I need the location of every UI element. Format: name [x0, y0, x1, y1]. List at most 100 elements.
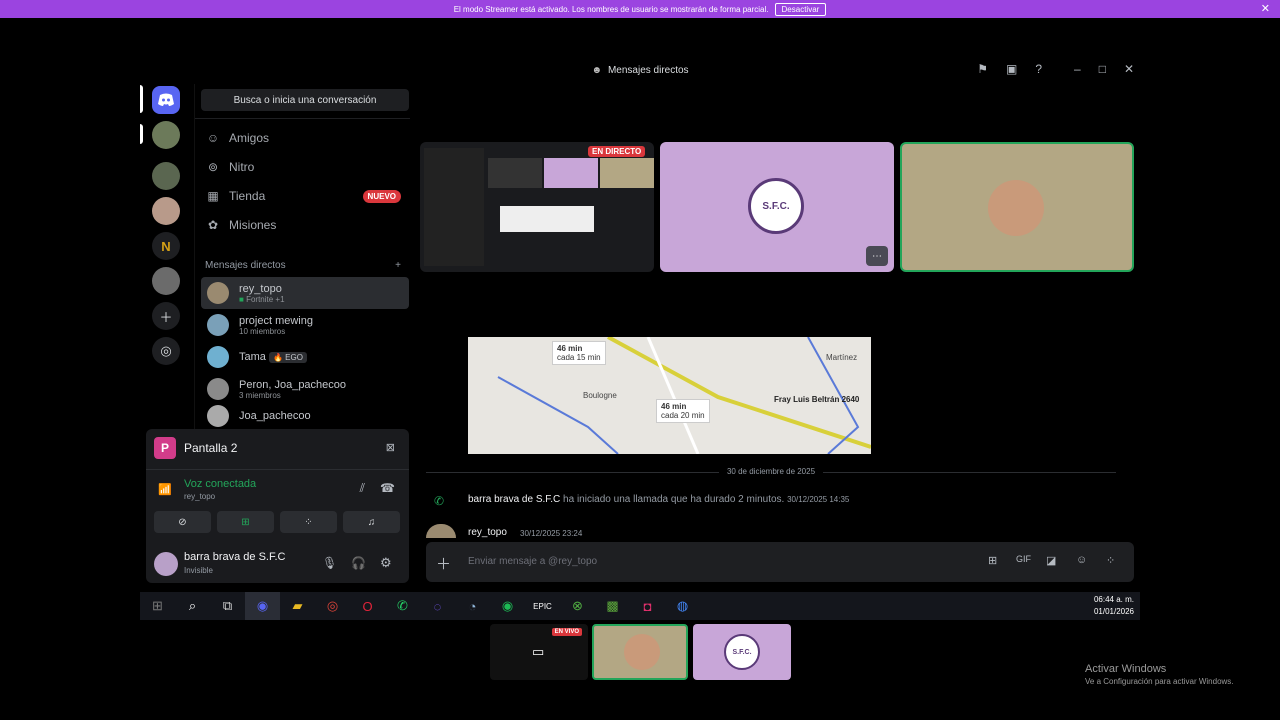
- sticker-icon[interactable]: ◪: [1046, 554, 1056, 567]
- xbox-icon[interactable]: ⊗: [560, 592, 595, 620]
- voice-channel[interactable]: rey_topo: [184, 492, 215, 501]
- search-input[interactable]: Busca o inicia una conversación: [201, 89, 409, 111]
- steam-icon[interactable]: ◔: [455, 592, 490, 620]
- settings-gear-icon[interactable]: ⚙: [380, 555, 392, 571]
- stream-app-icon: P: [154, 437, 176, 459]
- nav-friends[interactable]: ☺ Amigos: [205, 127, 401, 149]
- add-dm-icon[interactable]: +: [395, 260, 401, 271]
- app-icon[interactable]: ◌: [420, 592, 455, 620]
- maximize-icon[interactable]: □: [1099, 62, 1106, 76]
- apps-icon[interactable]: ⁘: [1106, 554, 1115, 567]
- stream-preview-tile: [488, 158, 542, 188]
- friends-icon: ☺: [206, 131, 220, 145]
- preview-sfc[interactable]: S.F.C.: [693, 624, 791, 680]
- epic-games-icon[interactable]: EPIC: [525, 592, 560, 620]
- nav-label: Misiones: [229, 218, 277, 232]
- shop-icon: ▦: [207, 189, 219, 203]
- avatar[interactable]: [154, 552, 178, 576]
- activities-button[interactable]: ⁘: [280, 511, 337, 533]
- dm-name: Peron, Joa_pachecoo: [239, 378, 347, 391]
- server-avatar-5[interactable]: [152, 267, 180, 295]
- route-card: 46 min cada 15 min: [552, 341, 606, 365]
- call-icon: ✆: [434, 494, 445, 508]
- server-avatar-1[interactable]: [152, 121, 180, 149]
- voice-status[interactable]: Voz conectada: [184, 478, 256, 490]
- participant-tile-sfc[interactable]: S.F.C. ⋯: [660, 142, 894, 272]
- mic-icon[interactable]: 🎙: [322, 556, 337, 570]
- discord-window: ☻ Mensajes directos ⚑ ▣ ? – □ ✕ N ＋ ◎ Bu…: [140, 56, 1140, 620]
- participant-tile-rey-topo[interactable]: [900, 142, 1134, 272]
- dm-name: Tama 🔥 EGO: [239, 351, 307, 363]
- help-icon[interactable]: ?: [1035, 62, 1042, 76]
- map-label: Martínez: [826, 353, 858, 362]
- attach-plus-icon[interactable]: ＋: [436, 553, 451, 574]
- minecraft-icon[interactable]: ▩: [595, 592, 630, 620]
- destination-label: Fray Luis Beltrán 2640: [774, 395, 860, 404]
- tag-text: EGO: [285, 353, 303, 362]
- noise-suppression-icon[interactable]: ⫽: [360, 481, 365, 496]
- spotify-icon[interactable]: ◉: [490, 592, 525, 620]
- minimize-icon[interactable]: –: [1074, 62, 1081, 76]
- close-icon[interactable]: ✕: [1261, 2, 1270, 15]
- user-name[interactable]: barra brava de S.F.C: [184, 551, 286, 563]
- inbox-flag-icon[interactable]: ⚑: [977, 62, 988, 76]
- dm-name: rey_topo: [239, 282, 282, 295]
- server-avatar-4[interactable]: N: [152, 232, 180, 260]
- dm-item-project-mewing[interactable]: project mewing 10 miembros: [201, 309, 409, 341]
- close-window-icon[interactable]: ✕: [1124, 62, 1134, 76]
- emoji-icon[interactable]: ☺: [1076, 554, 1087, 566]
- message-author[interactable]: rey_topo: [468, 527, 507, 538]
- dm-name: project mewing: [239, 314, 313, 327]
- nitro-icon: ⊚: [207, 160, 219, 174]
- clock[interactable]: 06:44 a. m. 01/01/2026: [1094, 594, 1134, 618]
- nav-shop[interactable]: ▦ Tienda NUEVO: [205, 185, 401, 207]
- avatar[interactable]: [426, 524, 456, 538]
- headphones-icon[interactable]: 🎧: [351, 556, 366, 570]
- call-user[interactable]: barra brava de S.F.C: [468, 494, 560, 505]
- dm-item-peron[interactable]: Peron, Joa_pachecoo 3 miembros: [201, 373, 409, 405]
- more-options-icon[interactable]: ⋯: [866, 246, 888, 266]
- chrome-icon[interactable]: ◎: [315, 592, 350, 620]
- share-screen-button[interactable]: ⊞: [217, 511, 274, 533]
- deactivate-button[interactable]: Desactivar: [774, 2, 827, 16]
- dm-item-tama[interactable]: Tama 🔥 EGO: [201, 341, 409, 373]
- server-avatar-3[interactable]: [152, 197, 180, 225]
- start-icon[interactable]: ⊞: [140, 592, 175, 620]
- nav-nitro[interactable]: ⊚ Nitro: [205, 156, 401, 178]
- stop-stream-icon[interactable]: ⊠: [386, 441, 395, 454]
- discover-icon[interactable]: ◎: [152, 337, 180, 365]
- whatsapp-icon[interactable]: ✆: [385, 592, 420, 620]
- new-badge: NUEVO: [362, 189, 401, 203]
- camera-button[interactable]: ⊘: [154, 511, 211, 533]
- soundboard-icon: ♫: [367, 516, 376, 528]
- nav-label: Tienda: [229, 189, 266, 203]
- discord-home-icon[interactable]: [152, 86, 180, 114]
- search-icon[interactable]: ⌕: [175, 592, 210, 620]
- gift-icon[interactable]: ⊞: [988, 554, 997, 567]
- gif-icon[interactable]: GIF: [1016, 554, 1031, 564]
- nav-quests[interactable]: ✿ Misiones: [205, 214, 401, 236]
- file-explorer-icon[interactable]: ▰: [280, 592, 315, 620]
- server-avatar-2[interactable]: [152, 162, 180, 190]
- message-input[interactable]: Enviar mensaje a @rey_topo: [468, 556, 597, 567]
- task-view-icon[interactable]: ⧉: [210, 592, 245, 620]
- stream-tile[interactable]: EN DIRECTO: [420, 142, 654, 272]
- inbox-icon[interactable]: ▣: [1006, 62, 1017, 76]
- dm-header: Mensajes directos +: [205, 260, 401, 271]
- disconnect-icon[interactable]: ☎: [380, 481, 395, 495]
- message-time: 30/12/2025 23:24: [520, 529, 583, 538]
- map-image[interactable]: 46 min cada 15 min 46 min cada 20 min Boul…: [468, 337, 871, 454]
- instagram-icon[interactable]: ◘: [630, 592, 665, 620]
- opera-icon[interactable]: O: [350, 592, 385, 620]
- dm-item-rey-topo[interactable]: rey_topo ■ Fortnite +1: [201, 277, 409, 309]
- preview-rey-topo[interactable]: [592, 624, 688, 680]
- stream-preview-map: [500, 206, 594, 232]
- avatar: [207, 282, 229, 304]
- preview-stream[interactable]: EN VIVO ▭: [490, 624, 588, 680]
- dm-item-joa[interactable]: Joa_pachecoo: [201, 405, 409, 427]
- chrome-2-icon[interactable]: ◍: [665, 592, 700, 620]
- discord-taskbar-icon[interactable]: ◉: [245, 592, 280, 620]
- stream-preview-tile: [544, 158, 598, 188]
- add-server-icon[interactable]: ＋: [152, 302, 180, 330]
- soundboard-button[interactable]: ♫: [343, 511, 400, 533]
